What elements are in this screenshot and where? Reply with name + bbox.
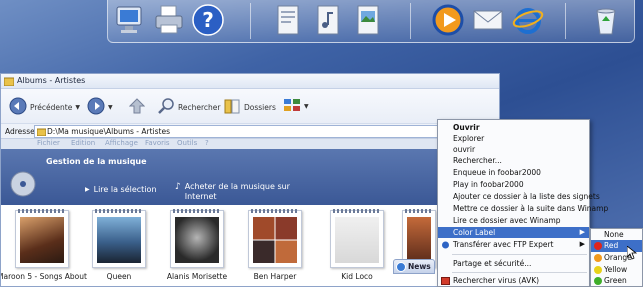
menu-item-enqueue-winamp[interactable]: Mettre ce dossier à la suite dans Winamp	[438, 203, 608, 214]
music-folder-icon[interactable]	[310, 2, 346, 38]
menu-item-play-foobar[interactable]: Play in foobar2000	[438, 179, 589, 190]
album-cover-art	[407, 217, 431, 263]
album-item-queen[interactable]	[89, 209, 149, 272]
address-input[interactable]: D:\Ma musique\Albums - Artistes	[34, 125, 496, 138]
back-arrow-icon	[9, 97, 27, 117]
media-player-icon[interactable]	[430, 2, 466, 38]
address-value: D:\Ma musique\Albums - Artistes	[47, 127, 171, 136]
album-cover-art	[253, 217, 297, 263]
album-label: Alanis Morisette	[166, 272, 228, 281]
menu-separator	[452, 272, 587, 273]
buy-music-link[interactable]: ♪ Acheter de la musique sur Internet	[175, 182, 315, 202]
up-folder-button[interactable]	[128, 98, 146, 116]
news-label: News	[408, 262, 431, 271]
computer-icon[interactable]	[112, 2, 148, 38]
orange-dot-icon	[594, 254, 602, 262]
menu-item-ftp-transfer[interactable]: Transférer avec FTP Expert ▶	[438, 239, 589, 250]
forward-button[interactable]: ▼	[87, 97, 113, 117]
help-icon[interactable]: ?	[190, 2, 226, 38]
chevron-down-icon: ▼	[304, 102, 309, 110]
color-option-green[interactable]: Green	[591, 275, 642, 287]
cd-icon	[10, 171, 36, 199]
menu-item-sharing-security[interactable]: Partage et sécurité...	[438, 258, 589, 269]
menu-bar: Fichier Edition Affichage Favoris Outils…	[1, 139, 499, 149]
menu-item-add-bookmark[interactable]: Ajouter ce dossier à la liste des signet…	[438, 191, 600, 202]
forward-arrow-icon	[87, 97, 105, 117]
submenu-arrow-icon: ▶	[579, 240, 585, 248]
menu-item-tools[interactable]: Outils	[177, 139, 197, 147]
printer-icon[interactable]	[151, 2, 187, 38]
up-arrow-icon	[128, 98, 146, 116]
album-item-maroon5[interactable]	[12, 209, 72, 272]
news-tab[interactable]: News	[393, 259, 435, 274]
album-cover-art	[97, 217, 141, 263]
dock-separator	[250, 3, 251, 39]
red-dot-icon	[594, 242, 602, 250]
context-menu: Ouvrir Explorer ouvrir Rechercher... Enq…	[437, 119, 608, 287]
recycle-bin-icon[interactable]	[588, 2, 624, 38]
folders-icon	[223, 97, 241, 117]
address-label: Adresse	[5, 127, 35, 136]
album-item-kidloco[interactable]	[327, 209, 387, 272]
search-label: Rechercher	[178, 102, 221, 112]
chevron-down-icon: ▼	[108, 103, 113, 111]
back-button[interactable]: Précédente ▼	[9, 97, 80, 117]
views-button[interactable]: ▼	[283, 97, 309, 115]
music-note-icon: ♪	[175, 182, 181, 192]
search-icon	[157, 97, 175, 117]
dock-separator	[410, 3, 411, 39]
album-item-benharper[interactable]	[245, 209, 305, 272]
album-cover-art	[175, 217, 219, 263]
menu-item-help[interactable]: ?	[205, 139, 209, 147]
green-dot-icon	[594, 277, 602, 285]
menu-item-virus-scan[interactable]: Rechercher virus (AVK)	[438, 275, 589, 286]
play-selection-link[interactable]: ▶ Lire la sélection	[85, 185, 157, 194]
toolbar: Précédente ▼ ▼ Rechercher Dossiers ▼	[1, 89, 499, 123]
menu-item-open[interactable]: Ouvrir	[438, 122, 589, 133]
dock-separator	[565, 3, 566, 39]
folders-button[interactable]: Dossiers	[223, 97, 276, 117]
menu-item-search[interactable]: Rechercher...	[438, 155, 589, 166]
folders-label: Dossiers	[244, 102, 276, 112]
antivirus-icon	[441, 277, 450, 287]
yellow-dot-icon	[594, 266, 602, 274]
folder-icon	[36, 127, 47, 139]
menu-item-edit[interactable]: Edition	[71, 139, 95, 147]
svg-text:?: ?	[202, 8, 214, 32]
album-label: Ben Harper	[253, 272, 297, 281]
documents-icon[interactable]	[270, 2, 306, 38]
search-button[interactable]: Rechercher	[157, 97, 220, 117]
task-panel-title: Gestion de la musique	[46, 157, 147, 166]
pictures-folder-icon[interactable]	[350, 2, 386, 38]
play-icon: ▶	[85, 186, 90, 193]
mouse-cursor-icon	[626, 245, 638, 262]
window-title: Albums - Artistes	[17, 76, 86, 85]
menu-item-favorites[interactable]: Favoris	[145, 139, 170, 147]
menu-item-file[interactable]: Fichier	[37, 139, 60, 147]
chevron-down-icon: ▼	[75, 103, 80, 111]
album-cover-art	[335, 217, 379, 263]
album-label: Kid Loco	[341, 272, 373, 281]
internet-explorer-icon[interactable]	[510, 2, 546, 38]
menu-item-view[interactable]: Affichage	[105, 139, 138, 147]
views-icon	[283, 97, 301, 115]
ftp-icon	[441, 241, 450, 252]
window-titlebar[interactable]: Albums - Artistes	[1, 74, 499, 89]
menu-item-play-winamp[interactable]: Lire ce dossier avec Winamp	[438, 215, 589, 226]
back-label: Précédente	[30, 102, 73, 112]
window-icon	[3, 77, 15, 88]
submenu-arrow-icon: ▶	[579, 228, 585, 236]
album-item-alanis[interactable]	[167, 209, 227, 272]
menu-item-color-label[interactable]: Color Label ▶	[438, 227, 589, 238]
menu-item-explore[interactable]: Explorer	[438, 133, 589, 144]
address-bar: Adresse D:\Ma musique\Albums - Artistes	[1, 123, 499, 139]
explorer-window: Albums - Artistes Précédente ▼ ▼ Recherc…	[0, 73, 500, 287]
mail-icon[interactable]	[470, 2, 506, 38]
album-cover-art	[20, 217, 64, 263]
news-icon	[396, 262, 406, 276]
menu-item-open-alt[interactable]: ouvrir	[438, 144, 589, 155]
album-label: Queen	[106, 272, 132, 281]
menu-item-enqueue-foobar[interactable]: Enqueue in foobar2000	[438, 167, 589, 178]
menu-separator	[452, 254, 587, 255]
